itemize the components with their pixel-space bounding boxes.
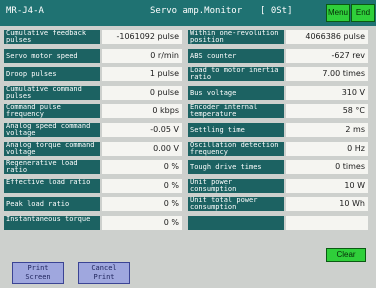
- station-number: [ 0St]: [260, 6, 293, 16]
- monitor-row: Analog speed command voltage -0.05 V: [4, 123, 190, 137]
- monitor-row: Effective load ratio 0 %: [4, 178, 190, 193]
- model-name: MR-J4-A: [6, 6, 44, 16]
- monitor-panel: Cumulative feedback pulses -1061092 pulse…: [4, 30, 374, 262]
- monitor-label: Effective load ratio: [4, 178, 100, 193]
- monitor-value: 0 Hz: [286, 141, 368, 156]
- monitor-value: 0 %: [102, 178, 182, 193]
- monitor-row: Unit total power consumption 10 Wh: [188, 197, 374, 212]
- end-button[interactable]: End: [351, 4, 375, 22]
- monitor-value: 0 kbps: [102, 104, 182, 119]
- monitor-value: 310 V: [286, 85, 368, 100]
- monitor-value: 10 W: [286, 178, 368, 193]
- monitor-label: Settling time: [188, 123, 284, 137]
- monitor-label: Peak load ratio: [4, 197, 100, 212]
- monitor-label: Oscillation detection frequency: [188, 141, 284, 156]
- monitor-row: Oscillation detection frequency 0 Hz: [188, 141, 374, 156]
- monitor-row: Within one-revolution position 4066386 pu…: [188, 30, 374, 44]
- monitor-value: [286, 216, 368, 230]
- monitor-row: Cumulative command pulses 0 pulse: [4, 85, 190, 100]
- monitor-value: -1061092 pulse: [102, 30, 182, 44]
- monitor-value: 0 %: [102, 197, 182, 212]
- monitor-label: Within one-revolution position: [188, 30, 284, 44]
- monitor-value: 0 %: [102, 216, 182, 230]
- monitor-value: 0.00 V: [102, 141, 182, 156]
- monitor-label: Unit power consumption: [188, 178, 284, 193]
- monitor-row: Encoder internal temperature 58 °C: [188, 104, 374, 119]
- monitor-label: Command pulse frequency: [4, 104, 100, 119]
- screen-title: Servo amp.Monitor: [150, 6, 243, 16]
- monitor-label: Analog speed command voltage: [4, 123, 100, 137]
- menu-button[interactable]: Menu: [326, 4, 350, 22]
- monitor-label: Servo motor speed: [4, 48, 100, 63]
- monitor-row: Servo motor speed 0 r/min: [4, 48, 190, 63]
- monitor-label: Unit total power consumption: [188, 197, 284, 212]
- monitor-label: Encoder internal temperature: [188, 104, 284, 119]
- monitor-value: 7.00 times: [286, 67, 368, 82]
- monitor-label: Bus voltage: [188, 85, 284, 100]
- clear-button[interactable]: Clear: [326, 248, 366, 262]
- monitor-value: 10 Wh: [286, 197, 368, 212]
- monitor-row: Tough drive times 0 times: [188, 160, 374, 175]
- monitor-row: Settling time 2 ms: [188, 123, 374, 137]
- monitor-label: Instantaneous torque: [4, 216, 100, 230]
- monitor-label: Droop pulses: [4, 67, 100, 82]
- monitor-value: 1 pulse: [102, 67, 182, 82]
- monitor-row: Bus voltage 310 V: [188, 85, 374, 100]
- monitor-value: 58 °C: [286, 104, 368, 119]
- monitor-label: Cumulative command pulses: [4, 85, 100, 100]
- monitor-row: Regenerative load ratio 0 %: [4, 160, 190, 175]
- monitor-label: [188, 216, 284, 230]
- monitor-value: 0 times: [286, 160, 368, 175]
- monitor-row: Command pulse frequency 0 kbps: [4, 104, 190, 119]
- monitor-row: [188, 216, 374, 230]
- monitor-label: ABS counter: [188, 48, 284, 63]
- monitor-label: Analog torque command voltage: [4, 141, 100, 156]
- monitor-value: 0 %: [102, 160, 182, 175]
- title-bar: MR-J4-A Servo amp.Monitor [ 0St] Menu En…: [0, 0, 376, 26]
- monitor-label: Load to motor inertia ratio: [188, 67, 284, 82]
- monitor-row: Instantaneous torque 0 %: [4, 216, 190, 230]
- servo-monitor-screen: MR-J4-A Servo amp.Monitor [ 0St] Menu En…: [0, 0, 376, 288]
- monitor-row: Load to motor inertia ratio 7.00 times: [188, 67, 374, 82]
- monitor-row: Droop pulses 1 pulse: [4, 67, 190, 82]
- monitor-value: -0.05 V: [102, 123, 182, 137]
- monitor-row: Analog torque command voltage 0.00 V: [4, 141, 190, 156]
- monitor-row: Cumulative feedback pulses -1061092 pulse: [4, 30, 190, 44]
- cancel-print-button[interactable]: Cancel Print: [78, 262, 130, 284]
- monitor-row: Peak load ratio 0 %: [4, 197, 190, 212]
- monitor-value: 0 pulse: [102, 85, 182, 100]
- monitor-value: 0 r/min: [102, 48, 182, 63]
- monitor-label: Cumulative feedback pulses: [4, 30, 100, 44]
- monitor-value: -627 rev: [286, 48, 368, 63]
- monitor-label: Regenerative load ratio: [4, 160, 100, 175]
- monitor-value: 2 ms: [286, 123, 368, 137]
- monitor-row: ABS counter -627 rev: [188, 48, 374, 63]
- monitor-row: Unit power consumption 10 W: [188, 178, 374, 193]
- print-screen-button[interactable]: Print Screen: [12, 262, 64, 284]
- monitor-value: 4066386 pulse: [286, 30, 368, 44]
- monitor-label: Tough drive times: [188, 160, 284, 175]
